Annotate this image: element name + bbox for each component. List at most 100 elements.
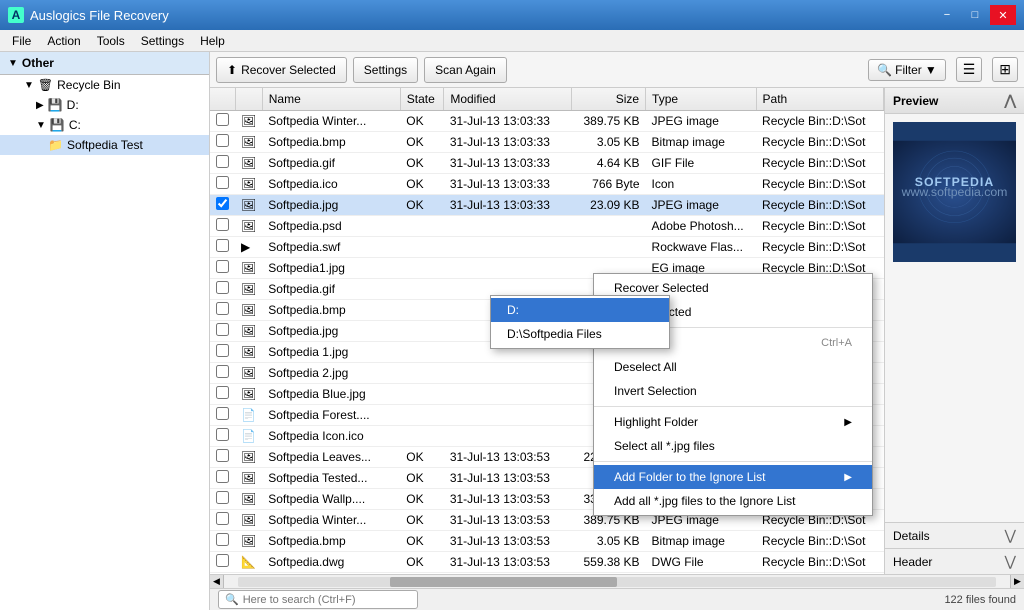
table-row[interactable]: 🖼 Softpedia.gif OK 31-Jul-13 13:03:33 4.…	[210, 153, 884, 174]
close-button[interactable]: ✕	[990, 5, 1016, 25]
tree-item-softpedia-test[interactable]: 📁 Softpedia Test	[0, 135, 209, 155]
row-checkbox-17[interactable]	[216, 470, 229, 483]
search-box[interactable]: 🔍	[218, 590, 418, 609]
row-check-1[interactable]	[210, 132, 235, 153]
tree-item-drive-c[interactable]: ▼ 💾 C:	[0, 115, 209, 135]
table-row[interactable]: 🖼 Softpedia.bmp OK 31-Jul-13 13:03:33 3.…	[210, 132, 884, 153]
row-check-5[interactable]	[210, 216, 235, 237]
table-row[interactable]: 🖼 Softpedia.gif OK 31-Jul-13 13:03:53 4.…	[210, 573, 884, 575]
row-check-6[interactable]	[210, 237, 235, 258]
row-checkbox-5[interactable]	[216, 218, 229, 231]
row-check-7[interactable]	[210, 258, 235, 279]
row-check-8[interactable]	[210, 279, 235, 300]
tree-item-recycle-bin[interactable]: ▼ 🗑 Recycle Bin	[0, 75, 209, 95]
submenu-drive-d[interactable]: D:	[491, 298, 669, 322]
filter-button[interactable]: 🔍 Filter ▼	[868, 59, 946, 81]
row-check-4[interactable]	[210, 195, 235, 216]
ctx-highlight-folder[interactable]: Highlight Folder ▶	[594, 410, 872, 434]
scroll-track[interactable]	[238, 577, 996, 587]
horizontal-scrollbar[interactable]: ◀ ▶	[210, 574, 1024, 588]
row-check-17[interactable]	[210, 468, 235, 489]
col-path-header[interactable]: Path	[756, 88, 883, 111]
row-check-19[interactable]	[210, 510, 235, 531]
row-check-2[interactable]	[210, 153, 235, 174]
row-checkbox-12[interactable]	[216, 365, 229, 378]
menu-file[interactable]: File	[4, 30, 39, 51]
row-checkbox-13[interactable]	[216, 386, 229, 399]
row-name-17: Softpedia Tested...	[262, 468, 400, 489]
table-row[interactable]: 🖼 Softpedia.psd Adobe Photosh... Recycle…	[210, 216, 884, 237]
col-state-header[interactable]: State	[400, 88, 444, 111]
table-row[interactable]: 📐 Softpedia.dwg OK 31-Jul-13 13:03:53 55…	[210, 552, 884, 573]
row-checkbox-16[interactable]	[216, 449, 229, 462]
row-checkbox-4[interactable]	[216, 197, 229, 210]
submenu-d-softpedia-files[interactable]: D:\Softpedia Files	[491, 322, 669, 346]
ctx-add-folder-ignore[interactable]: Add Folder to the Ignore List ▶	[594, 465, 872, 489]
table-row[interactable]: 🖼 Softpedia.jpg OK 31-Jul-13 13:03:33 23…	[210, 195, 884, 216]
row-checkbox-18[interactable]	[216, 491, 229, 504]
row-checkbox-8[interactable]	[216, 281, 229, 294]
row-checkbox-15[interactable]	[216, 428, 229, 441]
minimize-button[interactable]: −	[934, 5, 960, 25]
table-row[interactable]: 🖼 Softpedia.bmp OK 31-Jul-13 13:03:53 3.…	[210, 531, 884, 552]
row-check-20[interactable]	[210, 531, 235, 552]
row-checkbox-14[interactable]	[216, 407, 229, 420]
row-check-14[interactable]	[210, 405, 235, 426]
row-check-21[interactable]	[210, 552, 235, 573]
row-checkbox-2[interactable]	[216, 155, 229, 168]
table-row[interactable]: 🖼 Softpedia.ico OK 31-Jul-13 13:03:33 76…	[210, 174, 884, 195]
row-icon-17: 🖼	[235, 468, 262, 489]
row-checkbox-1[interactable]	[216, 134, 229, 147]
row-check-22[interactable]	[210, 573, 235, 575]
ctx-invert-selection[interactable]: Invert Selection	[594, 379, 872, 403]
row-checkbox-20[interactable]	[216, 533, 229, 546]
tree-root[interactable]: ▼ Other	[0, 52, 209, 75]
col-type-header[interactable]: Type	[646, 88, 757, 111]
search-input[interactable]	[243, 594, 393, 606]
ctx-select-jpg-files[interactable]: Select all *.jpg files	[594, 434, 872, 458]
menu-action[interactable]: Action	[39, 30, 88, 51]
view-details-button[interactable]: ☰	[956, 57, 983, 82]
row-checkbox-21[interactable]	[216, 554, 229, 567]
row-check-0[interactable]	[210, 111, 235, 132]
col-modified-header[interactable]: Modified	[444, 88, 571, 111]
ctx-add-jpg-ignore[interactable]: Add all *.jpg files to the Ignore List	[594, 489, 872, 513]
recover-selected-button[interactable]: ⬆ Recover Selected	[216, 57, 347, 83]
scroll-thumb[interactable]	[390, 577, 617, 587]
row-check-10[interactable]	[210, 321, 235, 342]
row-check-3[interactable]	[210, 174, 235, 195]
settings-button[interactable]: Settings	[353, 57, 418, 83]
row-check-15[interactable]	[210, 426, 235, 447]
scan-again-button[interactable]: Scan Again	[424, 57, 507, 83]
preview-collapse-icon[interactable]: ⋀	[1005, 92, 1016, 109]
table-row[interactable]: 🖼 Softpedia Winter... OK 31-Jul-13 13:03…	[210, 111, 884, 132]
row-checkbox-7[interactable]	[216, 260, 229, 273]
menu-settings[interactable]: Settings	[133, 30, 192, 51]
row-checkbox-3[interactable]	[216, 176, 229, 189]
row-check-9[interactable]	[210, 300, 235, 321]
row-checkbox-6[interactable]	[216, 239, 229, 252]
table-row[interactable]: ▶ Softpedia.swf Rockwave Flas... Recycle…	[210, 237, 884, 258]
view-icons-button[interactable]: ⊞	[992, 57, 1018, 82]
row-check-18[interactable]	[210, 489, 235, 510]
row-checkbox-0[interactable]	[216, 113, 229, 126]
tree-item-drive-d[interactable]: ▶ 💾 D:	[0, 95, 209, 115]
row-check-12[interactable]	[210, 363, 235, 384]
maximize-button[interactable]: □	[962, 5, 988, 25]
row-check-16[interactable]	[210, 447, 235, 468]
row-checkbox-10[interactable]	[216, 323, 229, 336]
header-collapse-icon[interactable]: ⋁	[1005, 553, 1016, 570]
ctx-deselect-all[interactable]: Deselect All	[594, 355, 872, 379]
col-name-header[interactable]: Name	[262, 88, 400, 111]
menu-tools[interactable]: Tools	[89, 30, 133, 51]
scroll-right-btn[interactable]: ▶	[1010, 575, 1024, 589]
row-checkbox-11[interactable]	[216, 344, 229, 357]
row-check-11[interactable]	[210, 342, 235, 363]
col-size-header[interactable]: Size	[571, 88, 645, 111]
scroll-left-btn[interactable]: ◀	[210, 575, 224, 589]
menu-help[interactable]: Help	[192, 30, 233, 51]
row-checkbox-9[interactable]	[216, 302, 229, 315]
row-checkbox-19[interactable]	[216, 512, 229, 525]
details-collapse-icon[interactable]: ⋁	[1005, 527, 1016, 544]
row-check-13[interactable]	[210, 384, 235, 405]
